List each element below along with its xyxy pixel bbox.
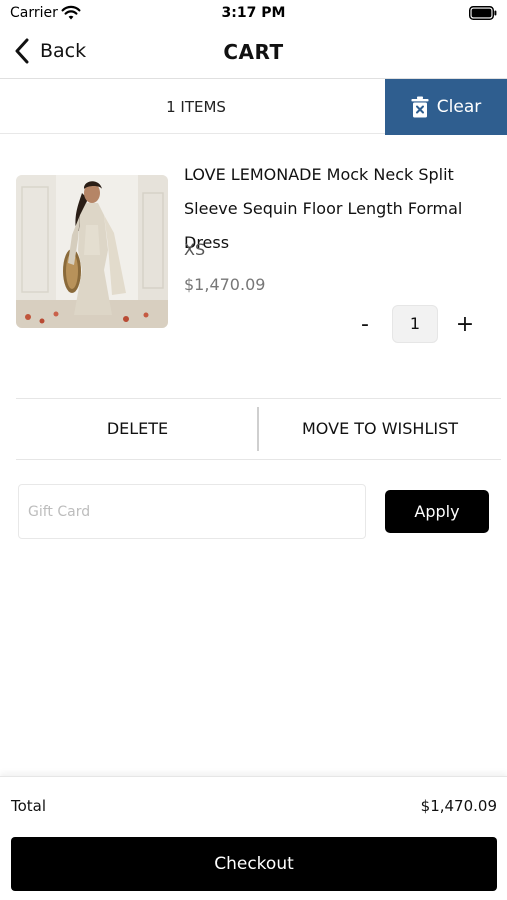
product-title[interactable]: LOVE LEMONADE Mock Neck Split Sleeve Seq…: [184, 158, 502, 260]
product-size: XS: [184, 240, 206, 259]
items-count: 1 ITEMS: [166, 98, 226, 116]
quantity-increase-button[interactable]: +: [452, 309, 478, 341]
navigation-bar: Back CART: [0, 28, 507, 78]
move-to-wishlist-button[interactable]: MOVE TO WISHLIST: [259, 399, 501, 459]
product-price: $1,470.09: [184, 275, 266, 294]
checkout-footer: Total $1,470.09 Checkout: [0, 776, 507, 900]
checkout-button[interactable]: Checkout: [11, 837, 497, 891]
delete-button[interactable]: DELETE: [16, 399, 259, 459]
trash-icon: [411, 96, 429, 118]
gift-card-input[interactable]: [18, 484, 366, 539]
cart-summary-bar: 1 ITEMS Clear: [0, 78, 507, 135]
product-image[interactable]: [16, 175, 168, 328]
clear-label: Clear: [436, 97, 482, 117]
apply-button[interactable]: Apply: [385, 490, 489, 533]
page-title: CART: [223, 40, 284, 64]
status-bar: Carrier 3:17 PM: [0, 0, 507, 28]
quantity-decrease-button[interactable]: -: [352, 309, 378, 341]
quantity-value: 1: [392, 305, 438, 343]
item-actions-row: DELETE MOVE TO WISHLIST: [16, 398, 501, 460]
total-value: $1,470.09: [420, 797, 497, 815]
total-label: Total: [11, 797, 47, 815]
clock-time: 3:17 PM: [221, 5, 286, 21]
battery-icon: [469, 6, 497, 20]
clear-cart-button[interactable]: Clear: [385, 79, 507, 135]
